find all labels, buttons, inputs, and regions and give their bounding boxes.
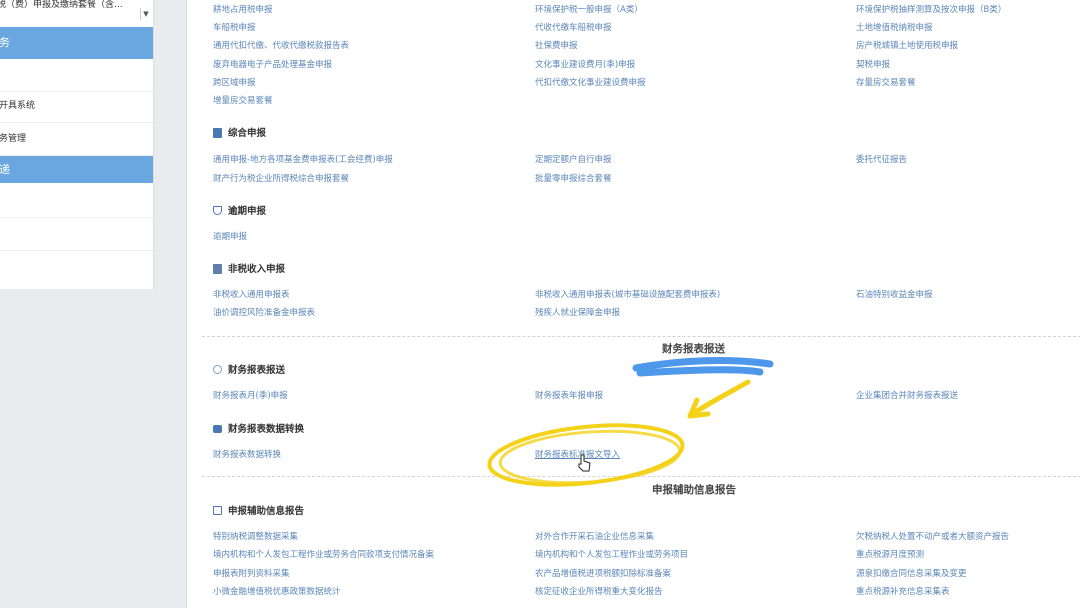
link-disabled-employment-fund[interactable]: 残疾人就业保障金申报 — [535, 304, 620, 322]
link-fixed-quota[interactable]: 定期定额户自行申报 — [535, 151, 612, 169]
section-title: 财务报表报送 — [228, 365, 286, 376]
link-row: 小微金融增值税优惠政策数据统计 核定征收企业所得税重大变化报告 重点税源补充信息… — [187, 583, 1080, 601]
link-row: 财产行为税企业所得税综合申报套餐 批量零申报综合套餐 — [187, 170, 1080, 188]
sidebar-item-6[interactable] — [0, 185, 153, 218]
tax-package-dropdown[interactable]: 税（费）申报及缴纳套餐（含... ▼ — [0, 0, 153, 28]
link-vehicle-tax-withhold[interactable]: 代收代缴车船税申报 — [535, 19, 612, 37]
link-source-withholding-contract[interactable]: 源泉扣缴合同信息采集及变更 — [856, 565, 967, 583]
link-offshore-oil-info[interactable]: 对外合作开采石油企业信息采集 — [535, 528, 654, 546]
link-entrusted-collection[interactable]: 委托代征报告 — [856, 151, 907, 169]
link-row: 通用申报-地方各项基金费申报表(工会经费)申报 定期定额户自行申报 委托代征报告 — [187, 151, 1080, 169]
link-cultivated-land-tax[interactable]: 耕地占用税申报 — [213, 1, 273, 19]
edit-icon — [213, 506, 222, 515]
link-group-consolidated[interactable]: 企业集团合并财务报表报送 — [856, 387, 958, 405]
link-micro-finance-vat[interactable]: 小微金融增值税优惠政策数据统计 — [213, 583, 341, 601]
link-env-tax-b[interactable]: 环境保护税抽样测算及按次申报（B类） — [856, 1, 1006, 19]
section-title: 综合申报 — [228, 128, 267, 139]
link-deed-tax[interactable]: 契税申报 — [856, 56, 890, 74]
link-tax-arrears-disposal[interactable]: 欠税纳税人处置不动产或者大额资产报告 — [856, 528, 1009, 546]
document-icon — [213, 264, 222, 274]
circle-icon — [213, 365, 222, 374]
link-row: 境内机构和个人发包工程作业或劳务合同款项支付情况备案 境内机构和个人发包工程作业… — [187, 546, 1080, 564]
sidebar-item-3[interactable]: 开具系统 — [0, 90, 153, 123]
sidebar-item-2[interactable] — [0, 59, 153, 92]
link-finance-annual[interactable]: 财务报表年报申报 — [535, 387, 603, 405]
link-finance-standard-import[interactable]: 财务报表标准报文导入 — [535, 446, 620, 464]
link-row: 跨区域申报 代扣代缴文化事业建设费申报 存量房交易套餐 — [187, 74, 1080, 92]
link-property-tax[interactable]: 房产税城镇土地使用税申报 — [856, 37, 958, 55]
link-row: 财务报表月(季)申报 财务报表年报申报 企业集团合并财务报表报送 — [187, 387, 1080, 405]
link-oil-special-revenue[interactable]: 石油特别收益金申报 — [856, 286, 933, 304]
sidebar-item-1[interactable]: 务 — [0, 27, 153, 59]
sidebar-item-5[interactable]: 递 — [0, 156, 153, 183]
link-social-security[interactable]: 社保费申报 — [535, 37, 578, 55]
link-env-tax-a[interactable]: 环境保护税一般申报（A类） — [535, 1, 643, 19]
chevron-down-icon[interactable]: ▼ — [140, 8, 151, 20]
link-cross-region[interactable]: 跨区域申报 — [213, 74, 256, 92]
section-title: 非税收入申报 — [228, 264, 286, 275]
sidebar-item-4[interactable]: 务管理 — [0, 123, 153, 156]
link-row: 特别纳税调整数据采集 对外合作开采石油企业信息采集 欠税纳税人处置不动产或者大额… — [187, 528, 1080, 546]
link-row: 车船税申报 代收代缴车船税申报 土地增值税纳税申报 — [187, 19, 1080, 37]
link-agri-vat-deduction[interactable]: 农产品增值税进项税额扣除标准备案 — [535, 565, 671, 583]
link-new-housing[interactable]: 增量房交易套餐 — [213, 92, 273, 110]
link-finance-data-convert[interactable]: 财务报表数据转换 — [213, 446, 281, 464]
link-row: 申报表附列资料采集 农产品增值税进项税额扣除标准备案 源泉扣缴合同信息采集及变更 — [187, 565, 1080, 583]
section-divider — [202, 476, 1080, 477]
main-panel: 耕地占用税申报 环境保护税一般申报（A类） 环境保护税抽样测算及按次申报（B类）… — [186, 0, 1080, 608]
sidebar-item-7[interactable] — [0, 218, 153, 251]
link-key-tax-supplement[interactable]: 重点税源补充信息采集表 — [856, 583, 950, 601]
link-existing-housing[interactable]: 存量房交易套餐 — [856, 74, 916, 92]
link-attachment-collection[interactable]: 申报表附列资料采集 — [213, 565, 290, 583]
group-title-aux-info: 申报辅助信息报告 — [652, 484, 736, 496]
link-row: 通用代扣代缴、代收代缴税款报告表 社保费申报 房产税城镇土地使用税申报 — [187, 37, 1080, 55]
link-row: 财务报表数据转换 财务报表标准报文导入 — [187, 446, 1080, 464]
link-row: 油价调控风险准备金申报表 残疾人就业保障金申报 — [187, 304, 1080, 322]
link-row: 增量房交易套餐 — [187, 92, 1080, 110]
link-row: 逾期申报 — [187, 228, 1080, 246]
link-waste-electronics-fund[interactable]: 废弃电器电子产品处理基金申报 — [213, 56, 332, 74]
link-special-tax-adjust[interactable]: 特别纳税调整数据采集 — [213, 528, 298, 546]
dropdown-selected-text: 税（费）申报及缴纳套餐（含... — [0, 0, 123, 10]
section-title: 财务报表数据转换 — [228, 424, 305, 435]
sidebar-item-label: 务 — [0, 36, 10, 49]
briefcase-icon — [213, 425, 222, 433]
link-nontax-infrastructure[interactable]: 非税收入通用申报表(城市基础设施配套费申报表) — [535, 286, 720, 304]
link-overdue-declaration[interactable]: 逾期申报 — [213, 228, 247, 246]
link-property-income-tax-package[interactable]: 财产行为税企业所得税综合申报套餐 — [213, 170, 349, 188]
link-assessed-cit-change[interactable]: 核定征收企业所得税重大变化报告 — [535, 583, 663, 601]
section-title: 申报辅助信息报告 — [228, 506, 305, 517]
section-divider — [202, 336, 1080, 337]
group-title-financial-reports: 财务报表报送 — [662, 343, 725, 355]
link-general-withholding[interactable]: 通用代扣代缴、代收代缴税款报告表 — [213, 37, 349, 55]
link-vehicle-tax[interactable]: 车船税申报 — [213, 19, 256, 37]
sidebar: 税（费）申报及缴纳套餐（含... ▼ 务 开具系统 务管理 递 — [0, 0, 154, 289]
link-nontax-general[interactable]: 非税收入通用申报表 — [213, 286, 290, 304]
link-row: 废弃电器电子产品处理基金申报 文化事业建设费月(季)申报 契税申报 — [187, 56, 1080, 74]
sidebar-item-label: 开具系统 — [0, 101, 36, 111]
link-culture-fee[interactable]: 文化事业建设费月(季)申报 — [535, 56, 635, 74]
link-key-tax-forecast[interactable]: 重点税源月度预测 — [856, 546, 924, 564]
link-general-fund-declaration[interactable]: 通用申报-地方各项基金费申报表(工会经费)申报 — [213, 151, 393, 169]
link-contract-project[interactable]: 境内机构和个人发包工程作业或劳务项目 — [535, 546, 688, 564]
link-batch-zero-declaration[interactable]: 批量零申报综合套餐 — [535, 170, 612, 188]
link-oil-price-risk-fund[interactable]: 油价调控风险准备金申报表 — [213, 304, 315, 322]
link-culture-fee-withhold[interactable]: 代扣代缴文化事业建设费申报 — [535, 74, 646, 92]
sidebar-item-label: 递 — [0, 163, 10, 176]
link-land-vat[interactable]: 土地增值税纳税申报 — [856, 19, 933, 37]
link-finance-monthly[interactable]: 财务报表月(季)申报 — [213, 387, 288, 405]
shield-icon — [213, 206, 222, 215]
book-icon — [213, 128, 222, 138]
link-contract-payment-record[interactable]: 境内机构和个人发包工程作业或劳务合同款项支付情况备案 — [213, 546, 434, 564]
link-row: 耕地占用税申报 环境保护税一般申报（A类） 环境保护税抽样测算及按次申报（B类） — [187, 1, 1080, 19]
sidebar-item-label: 务管理 — [0, 134, 27, 144]
link-row: 非税收入通用申报表 非税收入通用申报表(城市基础设施配套费申报表) 石油特别收益… — [187, 286, 1080, 304]
section-title: 逾期申报 — [228, 206, 267, 217]
